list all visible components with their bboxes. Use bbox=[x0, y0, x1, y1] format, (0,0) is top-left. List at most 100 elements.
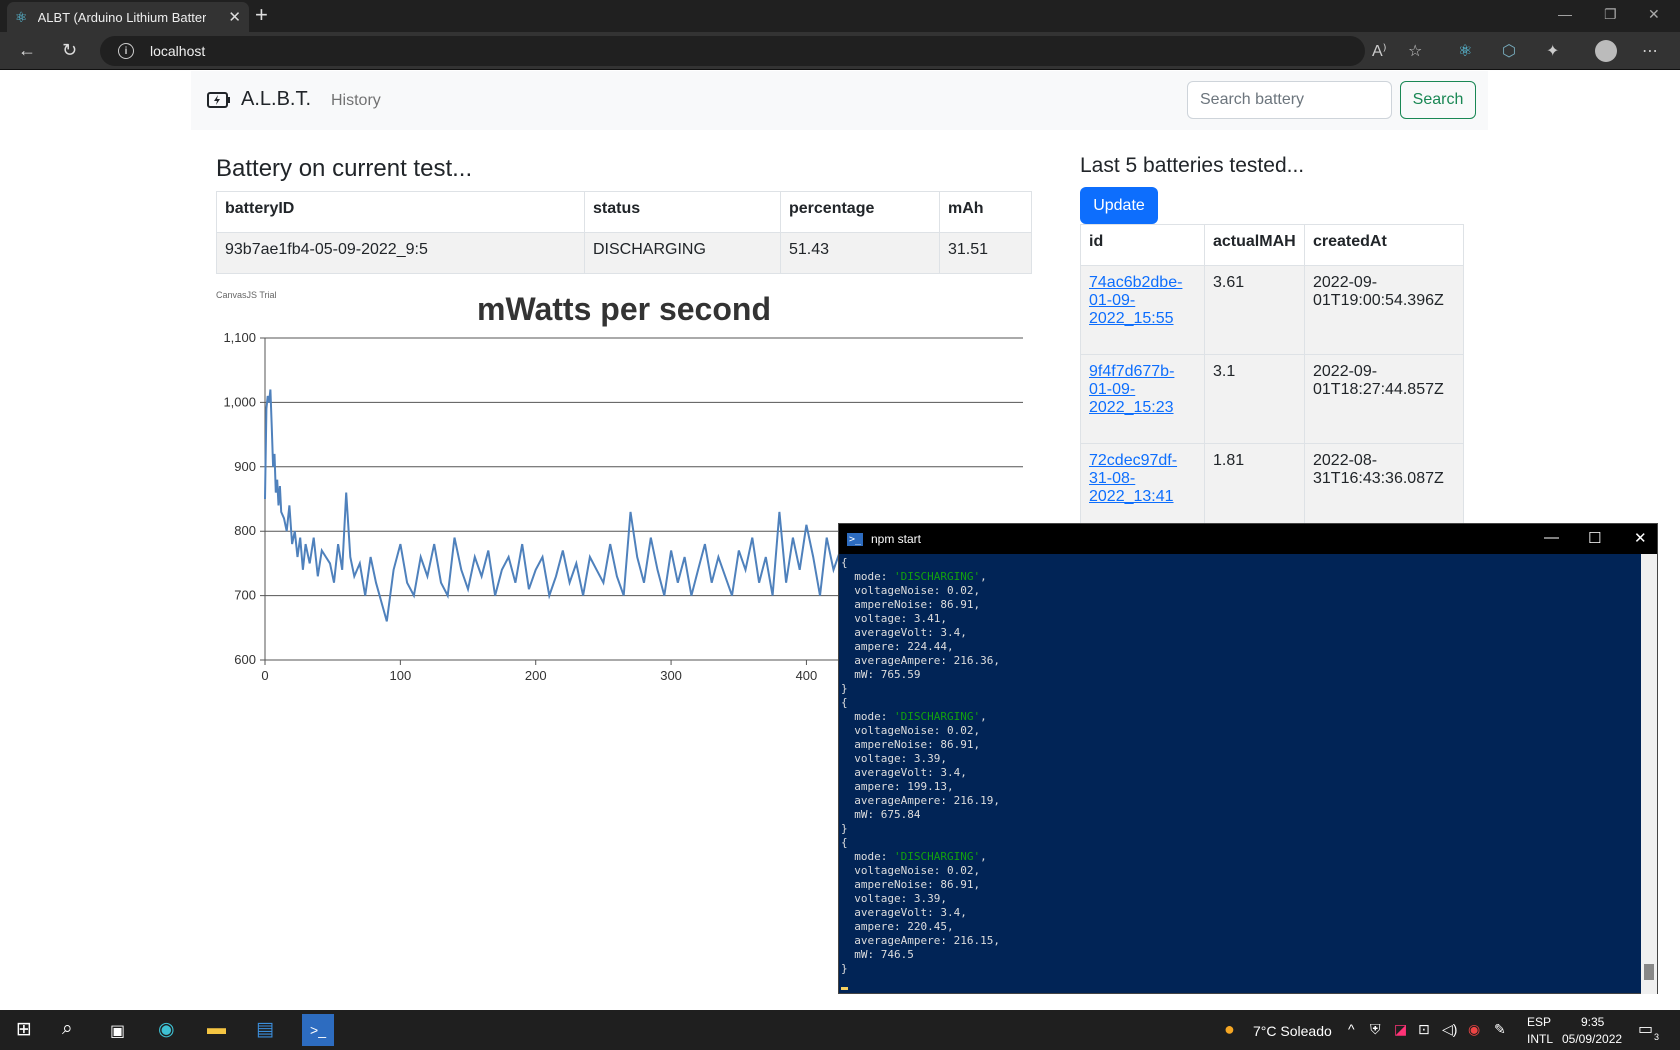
clock-date[interactable]: 05/09/2022 bbox=[1562, 1032, 1622, 1046]
table-row: 72cdec97df- 31-08- 2022_13:41 1.81 2022-08… bbox=[1080, 443, 1464, 533]
terminal-scrollbar[interactable] bbox=[1641, 554, 1657, 994]
volume-icon[interactable]: ◁) bbox=[1442, 1021, 1457, 1038]
column-header: percentage bbox=[780, 191, 940, 233]
powershell-icon: >_ bbox=[847, 532, 863, 546]
refresh-icon[interactable]: ↻ bbox=[62, 40, 77, 61]
react-devtools-icon[interactable]: ⚛ bbox=[1458, 41, 1472, 61]
profile-avatar[interactable] bbox=[1595, 40, 1617, 62]
close-tab-icon[interactable]: ✕ bbox=[228, 8, 241, 26]
search-battery-input[interactable] bbox=[1187, 81, 1392, 119]
new-tab-icon[interactable]: + bbox=[255, 4, 268, 26]
browser-tab[interactable]: ⚛ ALBT (Arduino Lithium Battery Te ✕ bbox=[7, 2, 249, 32]
back-icon[interactable]: ← bbox=[18, 40, 36, 61]
chrome-icon[interactable]: ◉ bbox=[1468, 1021, 1480, 1038]
update-button[interactable]: Update bbox=[1080, 187, 1158, 224]
close-window-icon[interactable]: ✕ bbox=[1648, 6, 1660, 23]
terminal-titlebar[interactable]: >_ npm start — ☐ ✕ bbox=[839, 524, 1657, 554]
battery-link[interactable]: 74ac6b2dbe- 01-09- 2022_15:55 bbox=[1089, 274, 1182, 327]
network-icon[interactable]: ⊡ bbox=[1418, 1021, 1430, 1038]
notification-count: 3 bbox=[1654, 1032, 1660, 1042]
battery-id-cell: 74ac6b2dbe- 01-09- 2022_15:55 bbox=[1080, 265, 1205, 355]
battery-charging-icon bbox=[207, 91, 230, 108]
app-navbar: A.L.B.T. History Search bbox=[191, 71, 1488, 130]
search-button[interactable]: Search bbox=[1400, 81, 1476, 119]
url-text: localhost bbox=[150, 43, 206, 59]
file-explorer-icon[interactable]: ▬ bbox=[207, 1018, 226, 1040]
terminal-maximize-icon[interactable]: ☐ bbox=[1588, 529, 1601, 547]
battery-link[interactable]: 9f4f7d677b- 01-09- 2022_15:23 bbox=[1089, 363, 1174, 416]
terminal-close-icon[interactable]: ✕ bbox=[1634, 529, 1647, 547]
screen: { "browser": { "tab_title": "ALBT (Ardui… bbox=[0, 0, 1680, 1050]
notifications-icon[interactable]: ▭ bbox=[1638, 1019, 1653, 1039]
info-icon[interactable]: i bbox=[118, 43, 134, 59]
status-cell: DISCHARGING bbox=[584, 232, 781, 274]
office-icon[interactable]: ◪ bbox=[1394, 1021, 1407, 1038]
security-icon[interactable]: ⛨ bbox=[1370, 1021, 1381, 1038]
weather-text[interactable]: 7°C Soleado bbox=[1253, 1023, 1332, 1039]
x-tick-label: 400 bbox=[796, 668, 818, 683]
more-menu-icon[interactable]: ⋯ bbox=[1642, 41, 1658, 61]
terminal-cursor bbox=[841, 976, 1641, 990]
battery-id-cell: 9f4f7d677b- 01-09- 2022_15:23 bbox=[1080, 354, 1205, 444]
edge-icon[interactable]: ◉ bbox=[158, 1018, 175, 1041]
terminal-line: averageAmpere: 216.36, bbox=[841, 654, 1000, 667]
language-top[interactable]: ESP bbox=[1527, 1015, 1551, 1029]
task-view-icon[interactable]: ▣ bbox=[110, 1021, 125, 1041]
actual-mah-cell: 1.81 bbox=[1204, 443, 1305, 533]
y-tick-label: 900 bbox=[234, 459, 256, 474]
terminal-line: mW: 746.5 bbox=[841, 948, 914, 961]
battery-link[interactable]: 72cdec97df- 31-08- 2022_13:41 bbox=[1089, 452, 1177, 505]
terminal-output[interactable]: { mode: 'DISCHARGING', voltageNoise: 0.0… bbox=[841, 556, 1641, 992]
weather-sun-icon: ● bbox=[1224, 1019, 1235, 1039]
browser-tab-bar: ⚛ ALBT (Arduino Lithium Battery Te ✕ + —… bbox=[0, 0, 1680, 32]
y-tick-label: 600 bbox=[234, 652, 256, 667]
terminal-line: voltage: 3.39, bbox=[841, 752, 947, 765]
column-header: batteryID bbox=[216, 191, 585, 233]
terminal-line: mW: 765.59 bbox=[841, 668, 921, 681]
terminal-line: { bbox=[841, 696, 848, 709]
chart-watermark: CanvasJS Trial bbox=[216, 290, 277, 300]
minimize-icon[interactable]: — bbox=[1558, 6, 1572, 22]
scroll-thumb[interactable] bbox=[1644, 964, 1654, 980]
terminal-line: } bbox=[841, 822, 848, 835]
search-icon[interactable]: ⌕ bbox=[62, 1018, 73, 1040]
terminal-line: voltageNoise: 0.02, bbox=[841, 864, 981, 877]
current-test-heading: Battery on current test... bbox=[216, 155, 473, 182]
url-field[interactable]: i localhost bbox=[100, 36, 1365, 66]
read-aloud-icon[interactable]: A⁾ bbox=[1372, 41, 1387, 61]
terminal-title: npm start bbox=[871, 532, 922, 546]
x-tick-label: 100 bbox=[390, 668, 412, 683]
store-icon[interactable]: ▤ bbox=[256, 1018, 274, 1041]
terminal-minimize-icon[interactable]: — bbox=[1544, 529, 1559, 546]
brand[interactable]: A.L.B.T. bbox=[207, 88, 311, 111]
taskbar: ⊞ ⌕ ▣ ◉ ▬ ▤ >_ ● 7°C Soleado ^ ⛨ ◪ ⊡ ◁) … bbox=[0, 1010, 1680, 1050]
windows-start-icon[interactable]: ⊞ bbox=[16, 1018, 32, 1041]
created-at-cell: 2022-09- 01T19:00:54.396Z bbox=[1304, 265, 1464, 355]
terminal-line: ampereNoise: 86.91, bbox=[841, 738, 981, 751]
terminal-line: mW: 675.84 bbox=[841, 808, 921, 821]
terminal-line: averageVolt: 3.4, bbox=[841, 906, 967, 919]
powershell-taskbar-icon[interactable]: >_ bbox=[302, 1014, 334, 1046]
show-hidden-icons-icon[interactable]: ^ bbox=[1348, 1021, 1355, 1037]
history-link[interactable]: History bbox=[331, 92, 381, 110]
extension-icon[interactable]: ⬡ bbox=[1502, 41, 1516, 61]
terminal-line: averageAmpere: 216.19, bbox=[841, 794, 1000, 807]
extensions-puzzle-icon[interactable]: ✦ bbox=[1546, 41, 1559, 61]
restore-icon[interactable]: ❐ bbox=[1604, 6, 1617, 23]
favorite-icon[interactable]: ☆ bbox=[1408, 41, 1422, 61]
language-bottom[interactable]: INTL bbox=[1527, 1032, 1553, 1046]
terminal-line: voltage: 3.41, bbox=[841, 612, 947, 625]
x-tick-label: 200 bbox=[525, 668, 547, 683]
column-header: createdAt bbox=[1304, 224, 1464, 266]
terminal-line: ampereNoise: 86.91, bbox=[841, 878, 981, 891]
clock-time[interactable]: 9:35 bbox=[1581, 1015, 1604, 1029]
x-tick-label: 0 bbox=[261, 668, 268, 683]
terminal-line: ampere: 199.13, bbox=[841, 780, 954, 793]
created-at-cell: 2022-09- 01T18:27:44.857Z bbox=[1304, 354, 1464, 444]
table-header-row: id actualMAH createdAt bbox=[1080, 224, 1464, 266]
terminal-window[interactable]: >_ npm start — ☐ ✕ { mode: 'DISCHARGING'… bbox=[838, 523, 1658, 994]
pen-icon[interactable]: ✎ bbox=[1494, 1021, 1506, 1038]
terminal-line: averageVolt: 3.4, bbox=[841, 626, 967, 639]
percentage-cell: 51.43 bbox=[780, 232, 940, 274]
column-header: actualMAH bbox=[1204, 224, 1305, 266]
